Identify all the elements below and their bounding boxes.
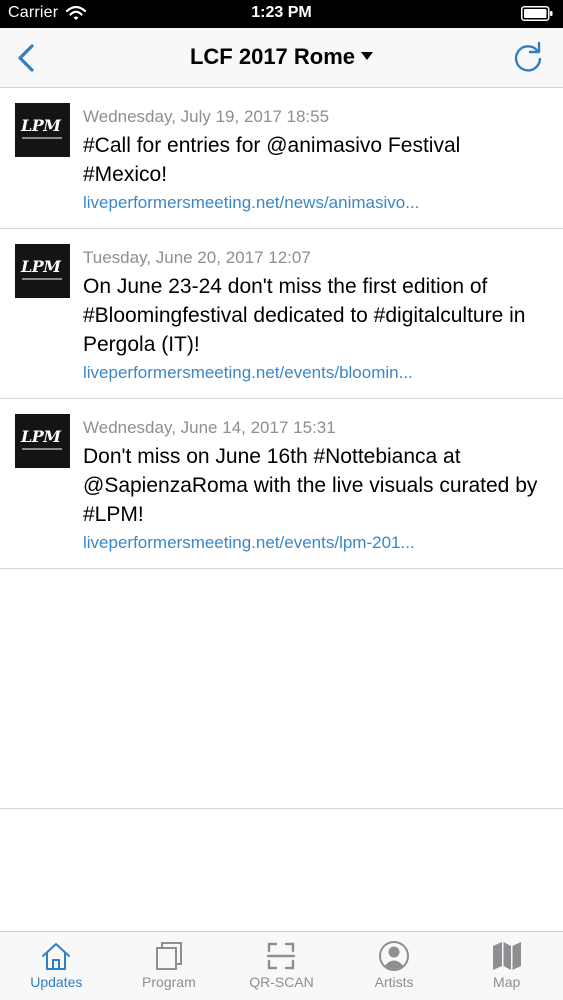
- navigation-bar: LCF 2017 Rome: [0, 28, 563, 88]
- dropdown-triangle-icon: [361, 52, 374, 60]
- tab-artists[interactable]: Artists: [338, 932, 451, 1000]
- tab-label: Map: [493, 974, 521, 990]
- feed-empty-space: [0, 569, 563, 809]
- updates-feed: LPM Wednesday, July 19, 2017 18:55 #Call…: [0, 88, 563, 809]
- avatar: LPM: [15, 414, 70, 468]
- tab-label: Artists: [374, 974, 414, 990]
- avatar-divider: [22, 137, 62, 139]
- avatar-divider: [22, 278, 62, 280]
- feed-item[interactable]: LPM Wednesday, June 14, 2017 15:31 Don't…: [0, 399, 563, 569]
- item-date: Wednesday, June 14, 2017 15:31: [83, 418, 336, 437]
- avatar-divider: [22, 448, 62, 450]
- qr-scan-icon: [267, 942, 296, 970]
- tab-bar: Updates Program QR-SCAN Artists Map: [0, 931, 563, 1000]
- program-icon: [155, 942, 182, 970]
- tab-updates[interactable]: Updates: [0, 932, 113, 1000]
- refresh-icon[interactable]: [511, 40, 545, 74]
- event-selector[interactable]: LCF 2017 Rome: [0, 44, 563, 70]
- item-link[interactable]: liveperformersmeeting.net/events/bloomin…: [83, 361, 549, 384]
- avatar: LPM: [15, 244, 70, 298]
- tab-map[interactable]: Map: [450, 932, 563, 1000]
- tab-program[interactable]: Program: [113, 932, 226, 1000]
- tab-label: Updates: [30, 974, 83, 990]
- item-text: Don't miss on June 16th #Nottebianca at …: [83, 445, 538, 526]
- home-icon: [42, 943, 71, 970]
- item-text: #Call for entries for @animasivo Festiva…: [83, 134, 461, 186]
- map-icon: [492, 942, 521, 970]
- avatar-logo-text: LPM: [21, 257, 61, 276]
- status-bar: Carrier 1:23 PM: [0, 0, 563, 28]
- avatar: LPM: [15, 103, 70, 157]
- feed-item[interactable]: LPM Tuesday, June 20, 2017 12:07 On June…: [0, 229, 563, 399]
- item-link[interactable]: liveperformersmeeting.net/news/animasivo…: [83, 191, 549, 214]
- item-date: Wednesday, July 19, 2017 18:55: [83, 107, 330, 126]
- avatar-logo-text: LPM: [21, 427, 61, 446]
- tab-label: Program: [142, 974, 196, 990]
- battery-icon: [521, 6, 553, 21]
- feed-item[interactable]: LPM Wednesday, July 19, 2017 18:55 #Call…: [0, 88, 563, 229]
- item-date: Tuesday, June 20, 2017 12:07: [83, 248, 311, 267]
- status-time: 1:23 PM: [251, 4, 312, 21]
- artist-icon: [379, 941, 410, 971]
- tab-qr-scan[interactable]: QR-SCAN: [225, 932, 338, 1000]
- page-title: LCF 2017 Rome: [189, 44, 356, 69]
- tab-label: QR-SCAN: [249, 974, 314, 990]
- avatar-logo-text: LPM: [21, 116, 61, 135]
- item-text: On June 23-24 don't miss the first editi…: [83, 275, 526, 356]
- item-link[interactable]: liveperformersmeeting.net/events/lpm-201…: [83, 531, 549, 554]
